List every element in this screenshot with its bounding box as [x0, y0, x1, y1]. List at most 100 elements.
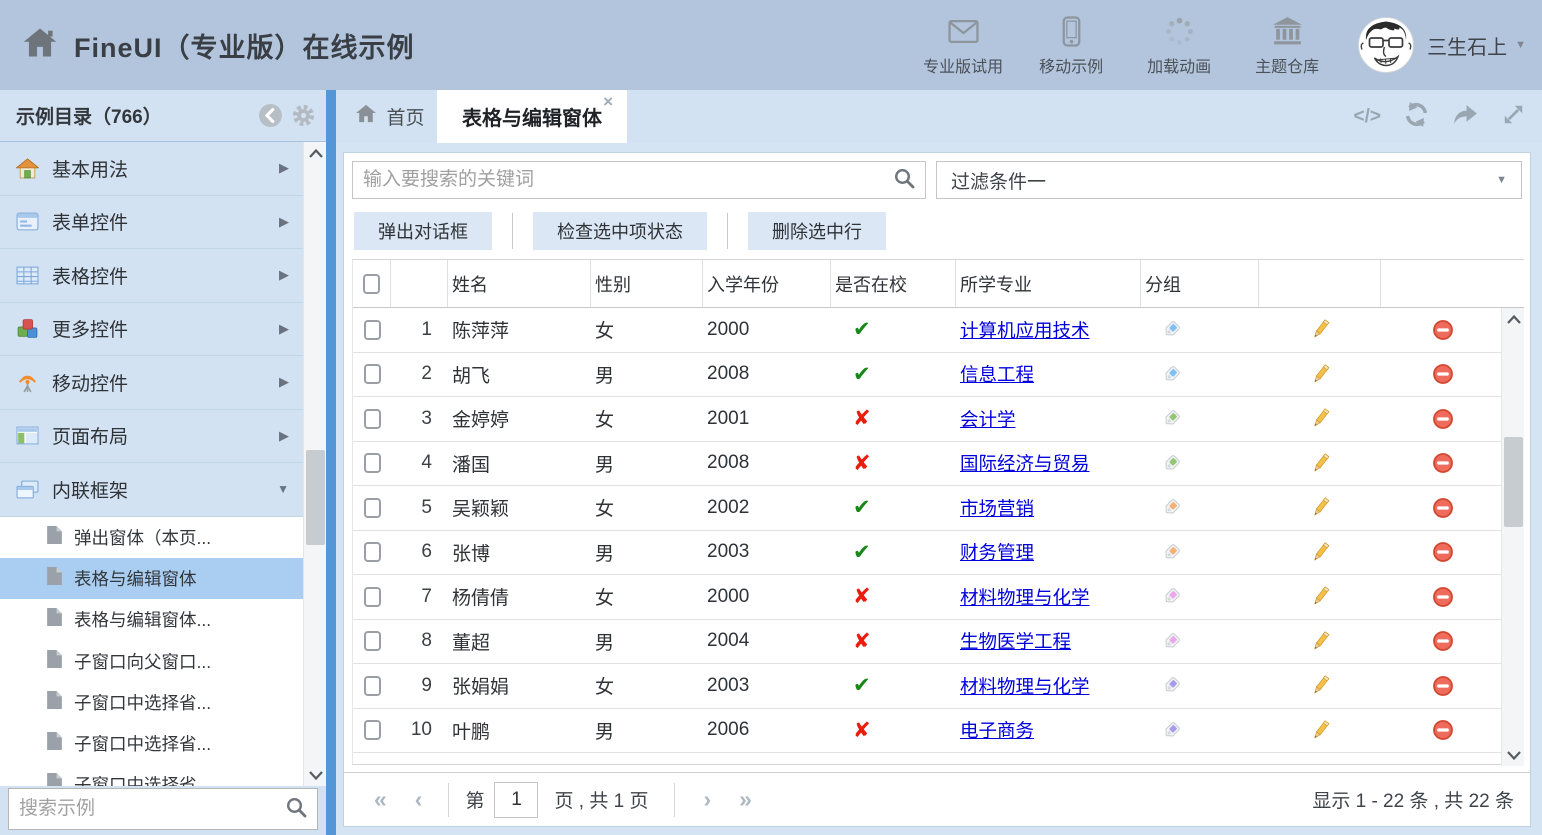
table-row[interactable]: 7 杨倩倩 女 2000 ✘ 材料物理与化学: [353, 575, 1524, 620]
table-row[interactable]: 2 胡飞 男 2008 ✔ 信息工程: [353, 353, 1524, 398]
scroll-up-icon[interactable]: [1502, 308, 1525, 330]
edit-pencil-icon[interactable]: [1310, 763, 1331, 764]
sidebar-group-item[interactable]: 更多控件 ▶: [0, 303, 303, 357]
page-number-input[interactable]: [494, 782, 538, 818]
header-action[interactable]: 加载动画: [1125, 14, 1233, 77]
edit-pencil-icon[interactable]: [1310, 407, 1331, 430]
row-checkbox[interactable]: [364, 720, 381, 740]
user-menu[interactable]: 三生石上 ▼: [1427, 31, 1526, 60]
gear-icon[interactable]: [291, 103, 316, 128]
table-row[interactable]: 10 叶鹏 男 2006 ✘ 电子商务: [353, 709, 1524, 754]
delete-icon[interactable]: [1432, 319, 1454, 341]
toolbar-button[interactable]: 检查选中项状态: [533, 212, 707, 250]
major-link[interactable]: 管理学: [960, 762, 1016, 764]
sidebar-group-item[interactable]: 内联框架 ▼: [0, 463, 303, 517]
tag-icon[interactable]: [1161, 542, 1182, 563]
major-link[interactable]: 计算机应用技术: [960, 317, 1090, 343]
delete-icon[interactable]: [1432, 630, 1454, 652]
sidebar-child-item[interactable]: 子窗口中选择省: [0, 764, 303, 786]
row-checkbox[interactable]: [364, 676, 381, 696]
edit-pencil-icon[interactable]: [1310, 630, 1331, 653]
tag-icon[interactable]: [1161, 319, 1182, 340]
major-link[interactable]: 信息工程: [960, 361, 1034, 387]
major-link[interactable]: 生物医学工程: [960, 628, 1071, 654]
sidebar-child-item[interactable]: 子窗口中选择省...: [0, 723, 303, 764]
major-link[interactable]: 电子商务: [960, 717, 1034, 743]
sidebar-splitter[interactable]: [326, 90, 336, 835]
sidebar-search-input[interactable]: [19, 798, 285, 820]
keyword-search-input[interactable]: [363, 169, 893, 191]
code-icon[interactable]: </>: [1354, 106, 1381, 128]
row-checkbox[interactable]: [364, 587, 381, 607]
table-row[interactable]: 6 张博 男 2003 ✔ 财务管理: [353, 531, 1524, 576]
sidebar-child-item[interactable]: 子窗口中选择省...: [0, 682, 303, 723]
table-row[interactable]: 11 叶晓晓 女 2002 ✔ 管理学: [353, 753, 1524, 764]
major-link[interactable]: 材料物理与化学: [960, 673, 1090, 699]
scroll-down-icon[interactable]: [1502, 744, 1525, 766]
scrollbar-thumb[interactable]: [306, 450, 325, 545]
sidebar-group-item[interactable]: 表格控件 ▶: [0, 249, 303, 303]
edit-pencil-icon[interactable]: [1310, 585, 1331, 608]
major-link[interactable]: 市场营销: [960, 495, 1034, 521]
delete-icon[interactable]: [1432, 586, 1454, 608]
major-link[interactable]: 材料物理与化学: [960, 584, 1090, 610]
row-checkbox[interactable]: [364, 320, 381, 340]
share-icon[interactable]: [1452, 103, 1479, 131]
major-link[interactable]: 国际经济与贸易: [960, 450, 1090, 476]
sidebar-group-item[interactable]: 移动控件 ▶: [0, 356, 303, 410]
expand-icon[interactable]: [1501, 102, 1526, 132]
prev-page-button[interactable]: ‹: [415, 788, 423, 811]
table-row[interactable]: 8 董超 男 2004 ✘ 生物医学工程: [353, 620, 1524, 665]
user-avatar[interactable]: [1357, 16, 1415, 74]
scroll-up-icon[interactable]: [304, 142, 327, 164]
tag-icon[interactable]: [1161, 497, 1182, 518]
next-page-button[interactable]: ›: [703, 788, 711, 811]
delete-icon[interactable]: [1432, 363, 1454, 385]
select-all-checkbox[interactable]: [363, 274, 380, 294]
edit-pencil-icon[interactable]: [1310, 496, 1331, 519]
tag-icon[interactable]: [1161, 586, 1182, 607]
last-page-button[interactable]: »: [739, 788, 752, 811]
tag-icon[interactable]: [1161, 364, 1182, 385]
edit-pencil-icon[interactable]: [1310, 541, 1331, 564]
sidebar-child-item[interactable]: 表格与编辑窗体...: [0, 599, 303, 640]
row-checkbox[interactable]: [364, 453, 381, 473]
tag-icon[interactable]: [1161, 720, 1182, 741]
header-action[interactable]: 主题仓库: [1233, 14, 1341, 77]
table-row[interactable]: 9 张娟娟 女 2003 ✔ 材料物理与化学: [353, 664, 1524, 709]
row-checkbox[interactable]: [364, 364, 381, 384]
tag-icon[interactable]: [1161, 631, 1182, 652]
sidebar-group-item[interactable]: 页面布局 ▶: [0, 410, 303, 464]
major-link[interactable]: 财务管理: [960, 539, 1034, 565]
edit-pencil-icon[interactable]: [1310, 719, 1331, 742]
tab-grid-edit-window[interactable]: 表格与编辑窗体 ×: [437, 90, 627, 143]
edit-pencil-icon[interactable]: [1310, 452, 1331, 475]
sidebar-child-item[interactable]: 表格与编辑窗体: [0, 558, 303, 599]
search-icon[interactable]: [285, 796, 307, 823]
row-checkbox[interactable]: [364, 409, 381, 429]
row-checkbox[interactable]: [364, 631, 381, 651]
scroll-down-icon[interactable]: [304, 764, 327, 786]
major-link[interactable]: 会计学: [960, 406, 1016, 432]
header-action[interactable]: 移动示例: [1017, 14, 1125, 77]
close-icon[interactable]: ×: [603, 92, 613, 112]
delete-icon[interactable]: [1432, 452, 1454, 474]
sidebar-child-item[interactable]: 子窗口向父窗口...: [0, 640, 303, 681]
tag-icon[interactable]: [1161, 408, 1182, 429]
toolbar-button[interactable]: 删除选中行: [748, 212, 886, 250]
table-row[interactable]: 1 陈萍萍 女 2000 ✔ 计算机应用技术: [353, 308, 1524, 353]
filter-dropdown[interactable]: 过滤条件一 ▼: [936, 161, 1522, 199]
delete-icon[interactable]: [1432, 675, 1454, 697]
table-row[interactable]: 4 潘国 男 2008 ✘ 国际经济与贸易: [353, 442, 1524, 487]
row-checkbox[interactable]: [364, 498, 381, 518]
edit-pencil-icon[interactable]: [1310, 674, 1331, 697]
delete-icon[interactable]: [1432, 408, 1454, 430]
first-page-button[interactable]: «: [374, 788, 387, 811]
sidebar-group-item[interactable]: 基本用法 ▶: [0, 142, 303, 196]
tab-home[interactable]: 首页: [345, 90, 435, 143]
toolbar-button[interactable]: 弹出对话框: [354, 212, 492, 250]
sidebar-child-item[interactable]: 弹出窗体（本页...: [0, 517, 303, 558]
grid-scrollbar[interactable]: [1501, 308, 1524, 766]
sidebar-group-item[interactable]: 表单控件 ▶: [0, 196, 303, 250]
delete-icon[interactable]: [1432, 497, 1454, 519]
